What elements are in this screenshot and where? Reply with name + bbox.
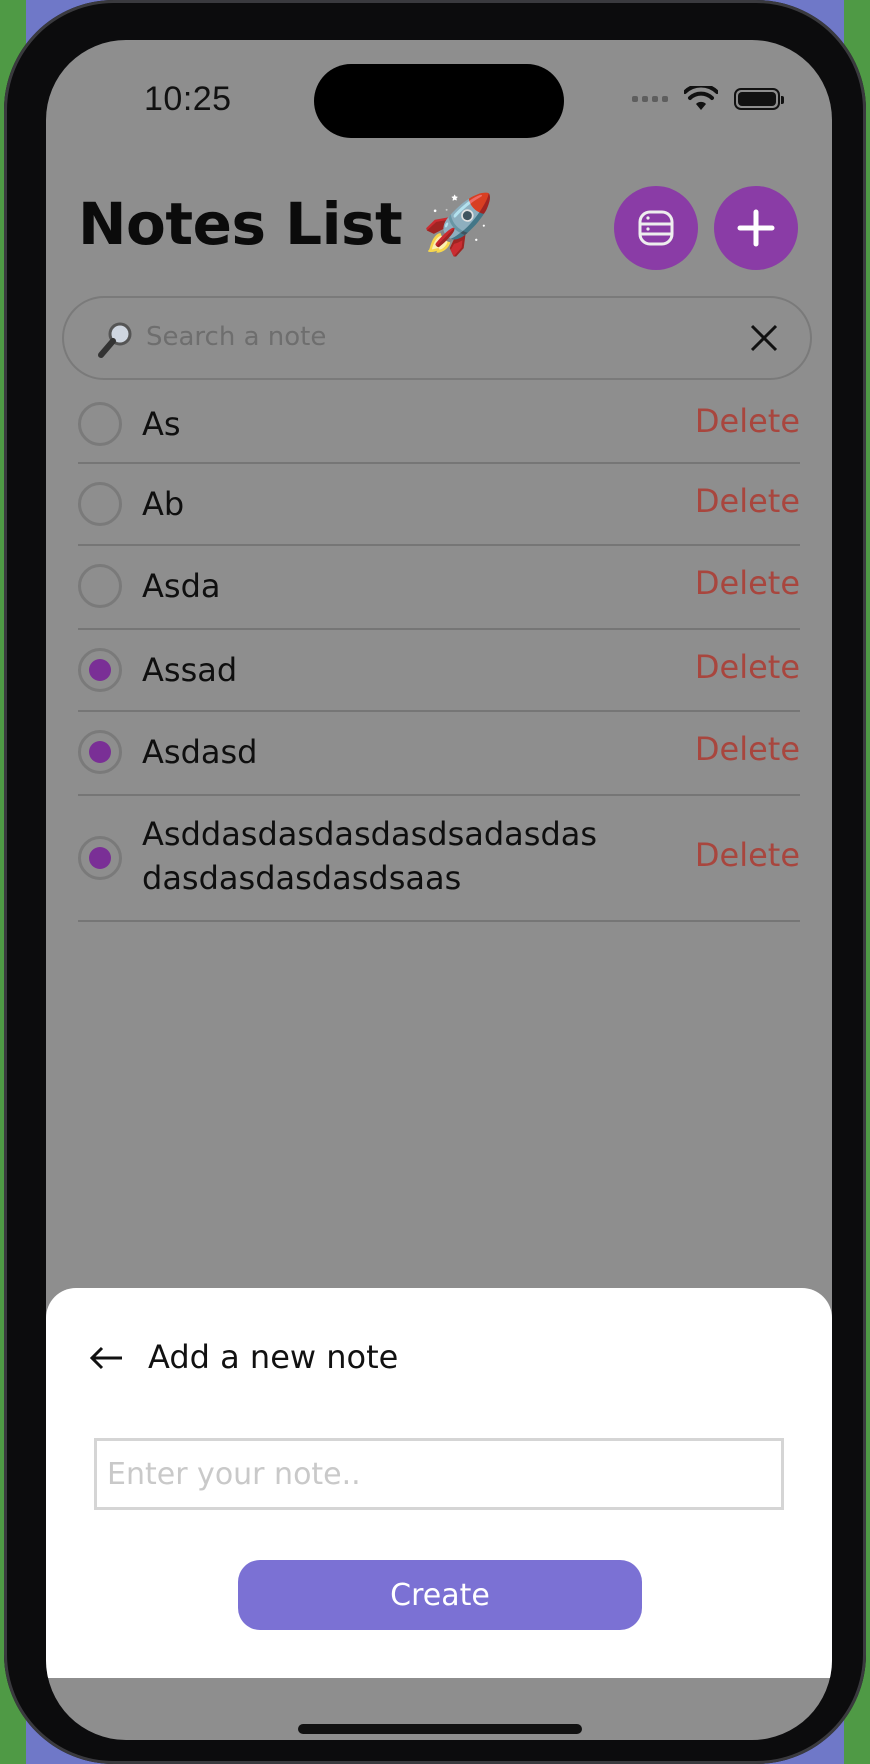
note-checkbox[interactable] — [78, 402, 122, 446]
list-item[interactable]: Ab Delete — [78, 464, 800, 546]
note-checkbox[interactable] — [78, 836, 122, 880]
list-item[interactable]: Assad Delete — [78, 630, 800, 712]
home-indicator — [298, 1724, 582, 1734]
delete-button[interactable]: Delete — [695, 648, 800, 686]
plus-icon — [737, 209, 775, 247]
search-bar[interactable]: Search a note — [62, 296, 812, 380]
add-note-button[interactable] — [714, 186, 798, 270]
database-button[interactable] — [614, 186, 698, 270]
database-icon — [638, 210, 674, 246]
page-title: Notes List 🚀 — [78, 190, 494, 258]
list-item[interactable]: Asddasdasdasdasdsadasdas dasdasdasdasdsa… — [78, 796, 800, 922]
delete-button[interactable]: Delete — [695, 564, 800, 602]
close-icon[interactable] — [748, 322, 780, 354]
delete-button[interactable]: Delete — [695, 730, 800, 768]
note-checkbox[interactable] — [78, 564, 122, 608]
delete-button[interactable]: Delete — [695, 836, 800, 874]
dynamic-island — [314, 64, 564, 138]
note-text: Asda — [142, 567, 221, 605]
status-indicators — [632, 86, 784, 112]
delete-button[interactable]: Delete — [695, 402, 800, 440]
phone-frame: 10:25 Notes List 🚀 Search a note As Dele… — [4, 0, 866, 1764]
cellular-signal-icon — [632, 96, 668, 102]
back-arrow-icon[interactable] — [90, 1346, 124, 1370]
list-item[interactable]: Asdasd Delete — [78, 712, 800, 796]
note-input[interactable] — [94, 1438, 784, 1510]
list-item[interactable]: Asda Delete — [78, 546, 800, 630]
sheet-title: Add a new note — [148, 1338, 399, 1376]
add-note-sheet: Add a new note Create — [46, 1288, 832, 1678]
list-item[interactable]: As Delete — [78, 380, 800, 464]
note-text: As — [142, 405, 181, 443]
note-checkbox[interactable] — [78, 648, 122, 692]
search-input[interactable]: Search a note — [146, 322, 326, 352]
note-checkbox[interactable] — [78, 730, 122, 774]
note-text: Assad — [142, 651, 238, 689]
wifi-icon — [684, 86, 718, 110]
note-text: Asddasdasdasdasdsadasdas dasdasdasdasdsa… — [142, 815, 598, 897]
magnifier-icon — [98, 322, 132, 358]
note-text: Ab — [142, 485, 185, 523]
status-time: 10:25 — [144, 80, 232, 118]
create-button[interactable]: Create — [238, 1560, 642, 1630]
note-text: Asdasd — [142, 733, 258, 771]
phone-screen: 10:25 Notes List 🚀 Search a note As Dele… — [46, 40, 832, 1740]
delete-button[interactable]: Delete — [695, 482, 800, 520]
battery-icon — [734, 88, 784, 110]
note-checkbox[interactable] — [78, 482, 122, 526]
